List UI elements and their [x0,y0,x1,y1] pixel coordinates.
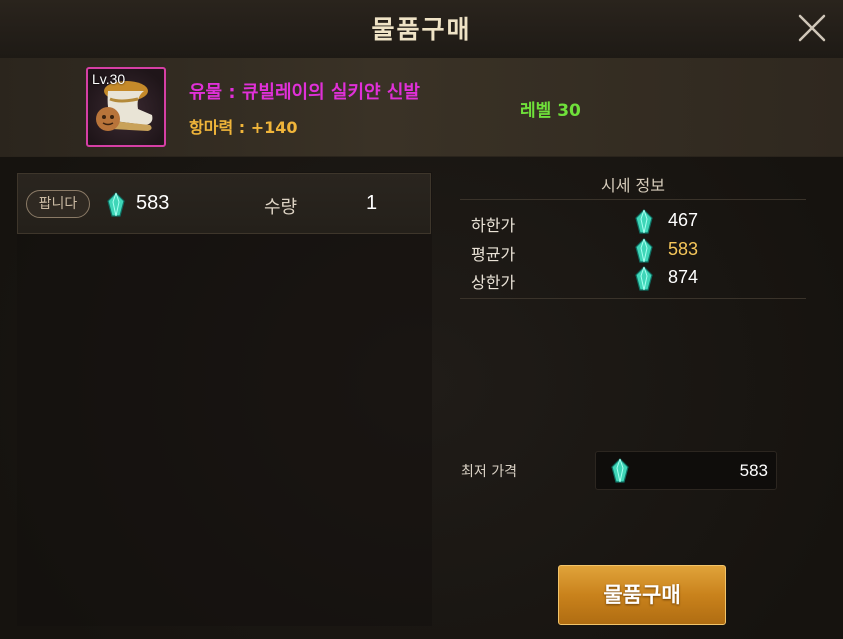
lowest-price-field: 583 [595,451,777,490]
lowest-price-value: 583 [739,461,768,480]
quantity-label: 수량 [264,197,298,218]
gem-icon [611,458,629,483]
price-value-min: 467 [668,210,699,230]
close-icon[interactable] [797,13,827,43]
price-label-avg: 평균가 [471,245,516,264]
price-value-avg: 583 [668,239,699,259]
gem-icon [635,266,653,291]
buy-button[interactable]: 물품구매 [558,565,726,625]
item-name: 유물 : 큐빌레이의 실키얀 신발 [189,82,420,103]
lowest-price-label: 최저 가격 [461,464,517,480]
price-label-max: 상한가 [471,273,516,292]
item-level-badge: Lv.30 [92,71,126,87]
item-level-requirement: 레벨 30 [520,101,581,121]
item-slot[interactable]: Lv.30 [86,67,166,147]
listing-price: 583 [136,192,170,214]
title-bar: 물품구매 [0,0,843,59]
item-header: Lv.30 [0,58,843,157]
sell-badge: 팝니다 [26,190,90,218]
listing-row[interactable]: 팝니다 583 수량 1 [17,173,431,234]
price-label-min: 하한가 [471,216,516,235]
dialog-title: 물품구매 [371,15,472,44]
listing-panel [17,172,432,626]
divider [460,199,806,200]
market-info-title: 시세 정보 [601,176,665,195]
quantity-value: 1 [366,192,378,214]
divider [460,298,806,299]
gem-icon [635,238,653,263]
gem-icon [635,209,653,234]
gem-icon [107,192,125,217]
item-stat: 항마력 : +140 [189,118,298,137]
purchase-dialog: 물품구매 Lv.30 유물 : 큐빌레이의 실키얀 신발 항마력 : +140 … [0,0,843,639]
price-value-max: 874 [668,267,699,287]
